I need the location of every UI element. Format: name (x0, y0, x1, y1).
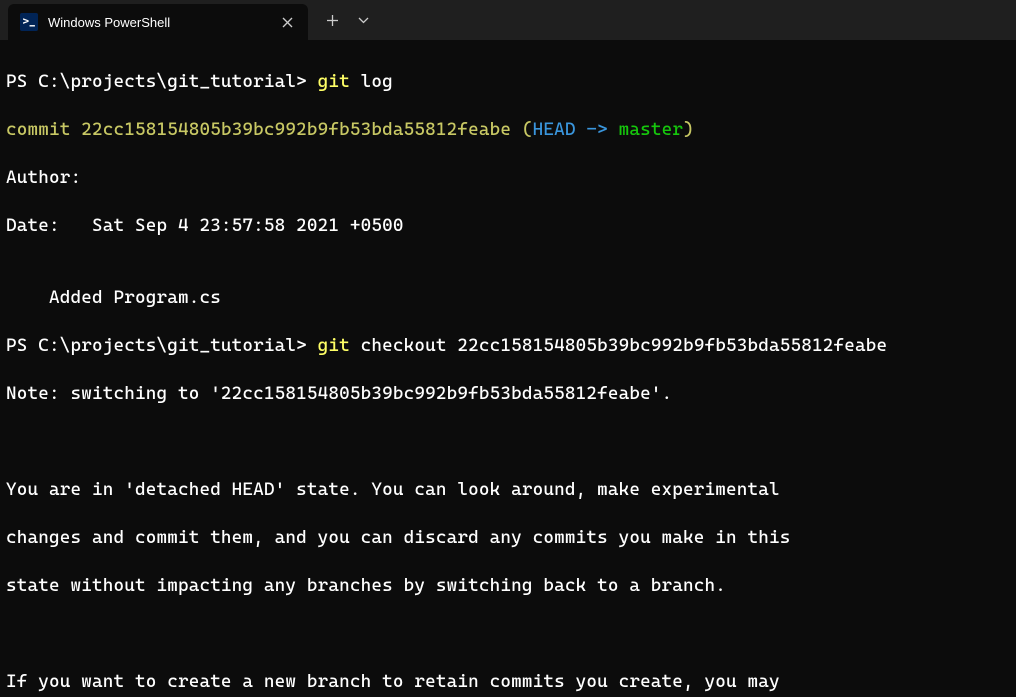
dropdown-button[interactable] (357, 15, 370, 25)
command-args: checkout 22cc158154805b39bc992b9fb53bda5… (350, 335, 887, 356)
terminal-line: Date: Sat Sep 4 23:57:58 2021 +0500 (6, 214, 1008, 238)
command-name: git (318, 71, 350, 92)
prompt: PS C:\projects\git_tutorial> (6, 335, 318, 356)
terminal-line: If you want to create a new branch to re… (6, 670, 1008, 694)
powershell-icon: >_ (20, 13, 38, 31)
terminal-line: Added Program.cs (6, 286, 1008, 310)
command-args: log (350, 71, 393, 92)
tab-close-button[interactable] (278, 13, 296, 31)
terminal-line: PS C:\projects\git_tutorial> git log (6, 70, 1008, 94)
new-tab-button[interactable] (326, 14, 339, 27)
head-ref: HEAD -> (533, 119, 619, 140)
title-bar: >_ Windows PowerShell (0, 0, 1016, 40)
terminal-line (6, 430, 1008, 454)
tab-title: Windows PowerShell (48, 15, 278, 30)
terminal-line: Author: (6, 166, 1008, 190)
terminal-line: commit 22cc158154805b39bc992b9fb53bda558… (6, 118, 1008, 142)
ref-close: ) (683, 119, 694, 140)
commit-label: commit (6, 119, 81, 140)
terminal-line: PS C:\projects\git_tutorial> git checkou… (6, 334, 1008, 358)
close-icon (282, 17, 293, 28)
tab-powershell[interactable]: >_ Windows PowerShell (8, 4, 308, 40)
branch-ref: master (619, 119, 683, 140)
terminal-output[interactable]: PS C:\projects\git_tutorial> git log com… (0, 40, 1016, 697)
chevron-down-icon (357, 15, 370, 25)
plus-icon (326, 14, 339, 27)
title-bar-actions (308, 0, 370, 40)
terminal-line: changes and commit them, and you can dis… (6, 526, 1008, 550)
terminal-line (6, 622, 1008, 646)
prompt: PS C:\projects\git_tutorial> (6, 71, 318, 92)
command-name: git (318, 335, 350, 356)
terminal-line: Note: switching to '22cc158154805b39bc99… (6, 382, 1008, 406)
terminal-line: state without impacting any branches by … (6, 574, 1008, 598)
ref-open: ( (511, 119, 533, 140)
commit-hash: 22cc158154805b39bc992b9fb53bda55812feabe (81, 119, 511, 140)
terminal-line: You are in 'detached HEAD' state. You ca… (6, 478, 1008, 502)
